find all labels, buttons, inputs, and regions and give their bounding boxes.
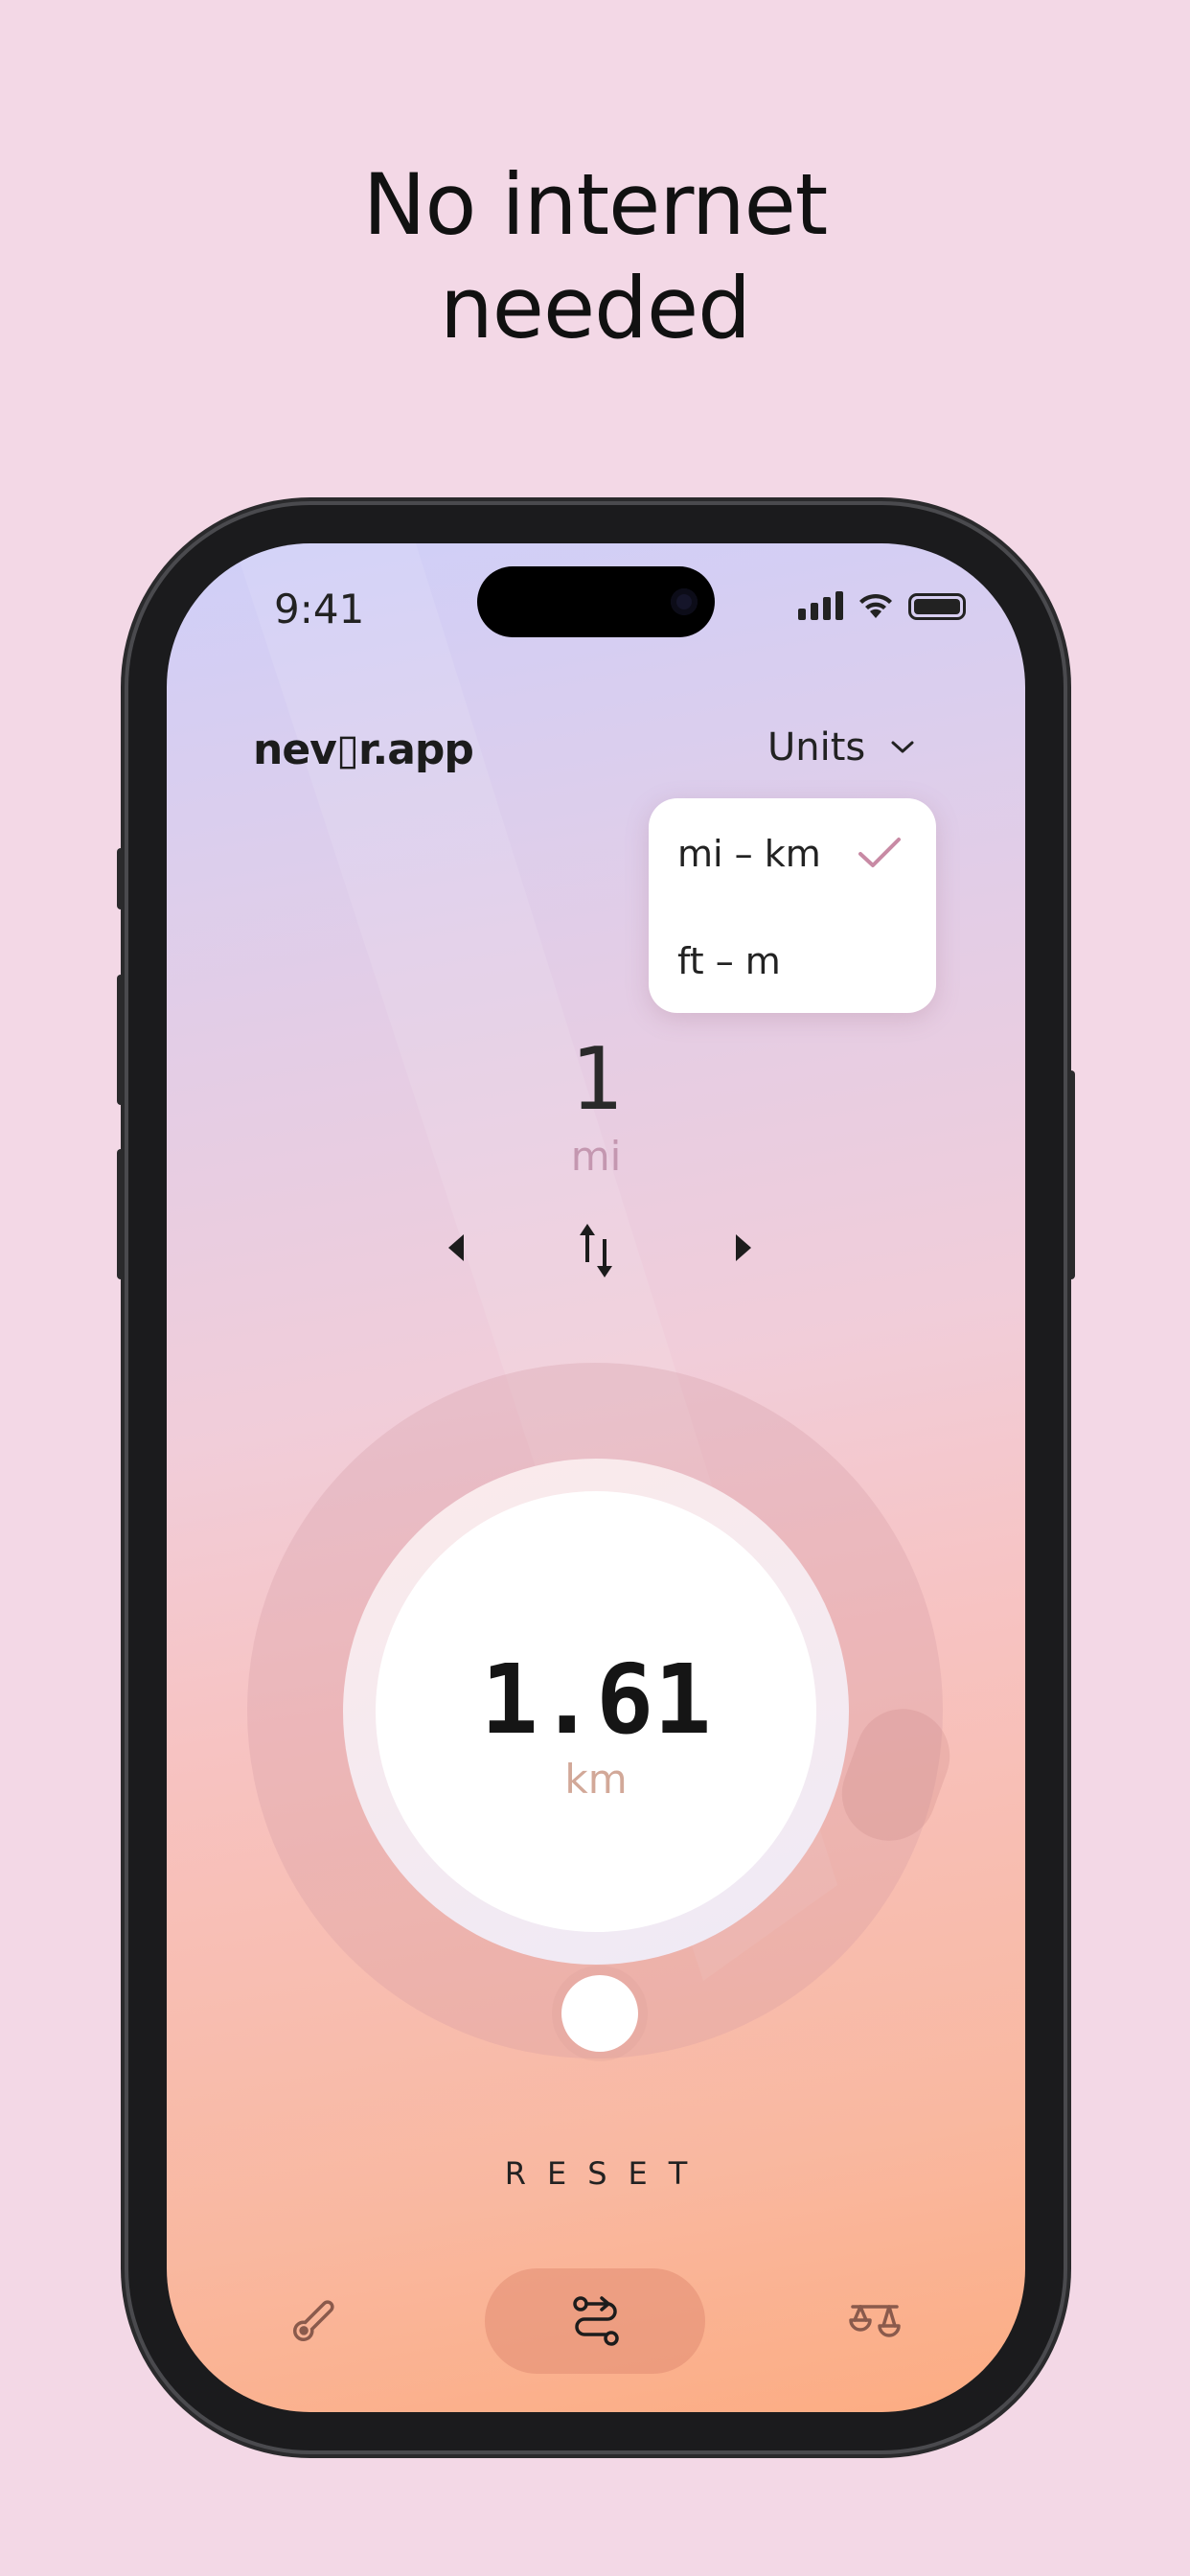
result-value: 1.61	[480, 1644, 712, 1756]
status-time: 9:41	[274, 586, 365, 632]
reset-button[interactable]: RESET	[167, 2155, 1025, 2192]
decrease-arrow-icon[interactable]	[445, 1231, 468, 1264]
dynamic-island	[477, 566, 715, 637]
input-value[interactable]: 1	[167, 1029, 1025, 1130]
volume-down-button	[117, 1149, 125, 1279]
wifi-icon	[859, 593, 892, 618]
units-dropdown-button[interactable]: Units	[767, 725, 915, 770]
signal-icon	[798, 591, 843, 620]
increase-arrow-icon[interactable]	[732, 1231, 755, 1264]
phone-frame: 9:41 nev▯r.app Units mi – km ft – m 1 mi…	[117, 505, 1075, 2450]
units-option-label: mi – km	[677, 833, 821, 875]
status-icons	[798, 591, 966, 620]
units-dropdown-menu: mi – km ft – m	[649, 798, 936, 1013]
battery-icon	[908, 593, 966, 620]
checkmark-icon	[858, 838, 901, 867]
chevron-down-icon	[891, 741, 914, 753]
scale-icon[interactable]	[847, 2297, 903, 2343]
app-screen: 9:41 nev▯r.app Units mi – km ft – m 1 mi…	[167, 543, 1025, 2412]
units-option-ft-m[interactable]: ft – m	[677, 940, 781, 982]
units-option-mi-km[interactable]: mi – km	[677, 833, 821, 875]
front-camera	[671, 588, 698, 615]
headline: No internet needed	[0, 153, 1190, 360]
input-unit: mi	[570, 1133, 622, 1180]
swap-units-icon[interactable]	[574, 1224, 618, 1277]
result-unit: km	[564, 1756, 628, 1803]
power-button	[1067, 1070, 1075, 1279]
app-logo: nev▯r.app	[253, 725, 474, 774]
thermometer-icon[interactable]	[287, 2295, 339, 2347]
dial-handle[interactable]	[561, 1975, 638, 2052]
headline-line-2: needed	[440, 259, 751, 357]
volume-up-button	[117, 975, 125, 1105]
units-option-label: ft – m	[677, 940, 781, 982]
units-label: Units	[767, 725, 866, 770]
route-icon[interactable]	[569, 2293, 623, 2349]
action-button	[117, 848, 125, 909]
headline-line-1: No internet	[362, 155, 829, 254]
